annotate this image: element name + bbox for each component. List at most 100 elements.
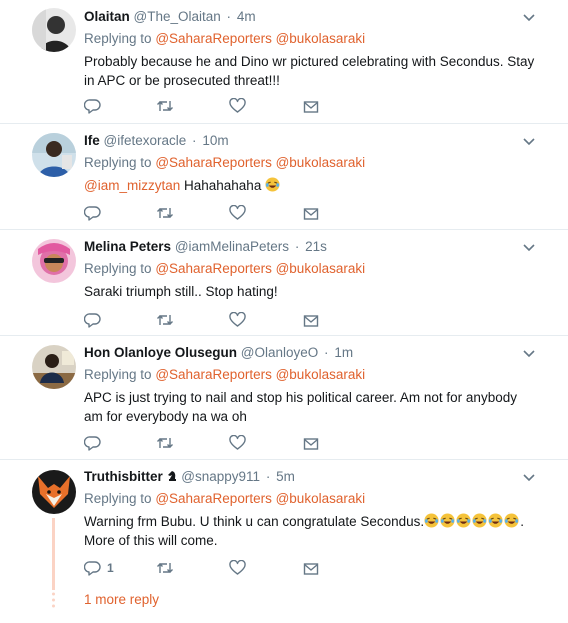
laughing-emoji-icon	[424, 513, 439, 528]
reply-icon	[84, 99, 101, 114]
reply-icon	[84, 561, 101, 576]
tweet-text: @iam_mizzytan Hahahahaha	[84, 176, 538, 195]
display-name[interactable]: Olaitan	[84, 9, 130, 24]
heart-icon	[229, 435, 246, 450]
envelope-icon	[303, 437, 319, 450]
replying-to-label: Replying to	[84, 261, 152, 276]
tweet[interactable]: Melina Peters @iamMelinaPeters · 21s Rep…	[0, 230, 568, 336]
heart-icon	[229, 98, 246, 113]
thread-dots	[52, 592, 55, 608]
tweet-text-tail: .	[520, 514, 524, 529]
retweet-button[interactable]	[156, 434, 174, 452]
mention-link[interactable]: @bukolasaraki	[276, 261, 366, 276]
reply-icon	[84, 436, 101, 451]
retweet-button[interactable]	[156, 204, 174, 222]
reply-button[interactable]	[84, 311, 101, 329]
show-more-replies-link[interactable]: 1 more reply	[84, 592, 159, 607]
mention-link[interactable]: @SaharaReporters	[155, 155, 272, 170]
thread-line	[52, 518, 55, 590]
laughing-emoji-icon	[440, 513, 455, 528]
separator: ·	[324, 345, 329, 360]
tweet[interactable]: Olaitan @The_Olaitan · 4m Replying to @S…	[0, 0, 568, 124]
reply-icon	[84, 206, 101, 221]
chevron-down-icon[interactable]	[522, 137, 536, 147]
reply-count: 1	[107, 561, 114, 575]
display-name[interactable]: Hon Olanloye Olusegun	[84, 345, 237, 360]
retweet-icon	[157, 563, 173, 573]
chevron-down-icon[interactable]	[522, 243, 536, 253]
envelope-icon	[303, 207, 319, 220]
like-button[interactable]	[229, 204, 246, 222]
display-name[interactable]: Truthisbitter	[84, 469, 163, 484]
message-button[interactable]	[303, 434, 319, 452]
replying-to-label: Replying to	[84, 155, 152, 170]
message-button[interactable]	[303, 204, 319, 222]
message-button[interactable]	[303, 559, 319, 577]
mention-link[interactable]: @SaharaReporters	[155, 31, 272, 46]
reply-button[interactable]: 1	[84, 559, 114, 577]
mention-link[interactable]: @bukolasaraki	[276, 367, 366, 382]
like-button[interactable]	[229, 97, 246, 115]
mention-link[interactable]: @bukolasaraki	[276, 155, 366, 170]
timestamp[interactable]: 10m	[202, 133, 228, 148]
laughing-emoji-icon	[488, 513, 503, 528]
retweet-icon	[157, 315, 173, 325]
mention-link[interactable]: @bukolasaraki	[276, 491, 366, 506]
like-button[interactable]	[229, 311, 246, 329]
replying-to-label: Replying to	[84, 31, 152, 46]
tweet-text: APC is just trying to nail and stop his …	[84, 390, 517, 424]
tweet-text: Saraki triumph still.. Stop hating!	[84, 284, 278, 299]
separator: ·	[192, 133, 197, 148]
message-button[interactable]	[303, 97, 319, 115]
tweet-text: Warning frm Bubu. U think u can congratu…	[84, 512, 538, 550]
avatar[interactable]	[32, 345, 76, 389]
mention-link[interactable]: @SaharaReporters	[155, 367, 272, 382]
heart-icon	[229, 312, 246, 327]
mention-link[interactable]: @bukolasaraki	[276, 31, 366, 46]
mention-link[interactable]: @iam_mizzytan	[84, 178, 180, 193]
envelope-icon	[303, 100, 319, 113]
separator: ·	[226, 9, 232, 24]
handle[interactable]: @iamMelinaPeters	[175, 239, 289, 254]
display-name[interactable]: Melina Peters	[84, 239, 171, 254]
handle[interactable]: @OlanloyeO	[241, 345, 319, 360]
message-button[interactable]	[303, 311, 319, 329]
retweet-button[interactable]	[156, 97, 174, 115]
mention-link[interactable]: @SaharaReporters	[155, 491, 272, 506]
envelope-icon	[303, 314, 319, 327]
laughing-emoji-icon	[265, 177, 280, 192]
display-name[interactable]: Ife	[84, 133, 100, 148]
reply-button[interactable]	[84, 204, 101, 222]
reply-icon	[84, 313, 101, 328]
envelope-icon	[303, 562, 319, 575]
tweet[interactable]: Hon Olanloye Olusegun @OlanloyeO · 1m Re…	[0, 336, 568, 460]
tweet-text: Probably because he and Dino wr pictured…	[84, 54, 535, 88]
reply-button[interactable]	[84, 97, 101, 115]
timestamp[interactable]: 1m	[334, 345, 353, 360]
chevron-down-icon[interactable]	[522, 473, 536, 483]
handle[interactable]: @The_Olaitan	[134, 9, 221, 24]
reply-button[interactable]	[84, 434, 101, 452]
avatar[interactable]	[32, 133, 76, 177]
avatar[interactable]	[32, 239, 76, 283]
heart-icon	[229, 205, 246, 220]
retweet-button[interactable]	[156, 311, 174, 329]
heart-icon	[229, 560, 246, 575]
avatar[interactable]	[32, 470, 76, 514]
avatar[interactable]	[32, 8, 76, 52]
replying-to-label: Replying to	[84, 367, 152, 382]
retweet-button[interactable]	[156, 559, 174, 577]
handle[interactable]: @snappy911	[181, 469, 260, 484]
like-button[interactable]	[229, 434, 246, 452]
timestamp[interactable]: 5m	[276, 469, 295, 484]
chevron-down-icon[interactable]	[522, 13, 536, 23]
handle[interactable]: @ifetexoracle	[104, 133, 187, 148]
tweet[interactable]: Ife @ifetexoracle · 10m Replying to @Sah…	[0, 124, 568, 230]
laughing-emoji-icon	[504, 513, 519, 528]
mention-link[interactable]: @SaharaReporters	[155, 261, 272, 276]
chevron-down-icon[interactable]	[522, 349, 536, 359]
timestamp[interactable]: 21s	[305, 239, 327, 254]
separator: ·	[294, 239, 300, 254]
like-button[interactable]	[229, 559, 246, 577]
timestamp[interactable]: 4m	[237, 9, 256, 24]
